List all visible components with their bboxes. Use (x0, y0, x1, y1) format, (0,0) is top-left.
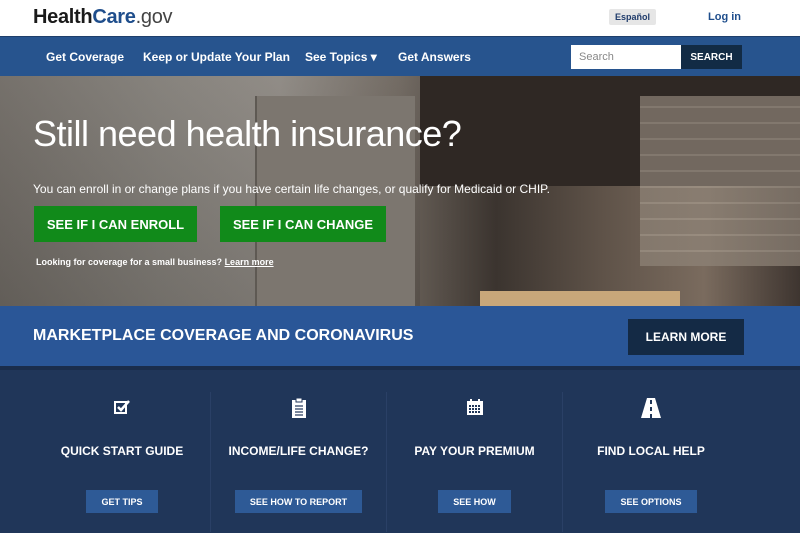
search-input[interactable] (571, 45, 681, 69)
card-title: FIND LOCAL HELP (597, 444, 705, 458)
card-income-life-change: INCOME/LIFE CHANGE? SEE HOW TO REPORT (211, 392, 386, 532)
search-button[interactable]: SEARCH (681, 45, 742, 69)
hero-background-tiles (640, 96, 800, 266)
login-link[interactable]: Log in (708, 11, 741, 23)
small-business-learn-more-link[interactable]: Learn more (225, 257, 274, 267)
card-title: PAY YOUR PREMIUM (414, 444, 535, 458)
card-title: INCOME/LIFE CHANGE? (228, 444, 369, 458)
get-tips-button[interactable]: GET TIPS (86, 490, 158, 513)
learn-more-button[interactable]: LEARN MORE (628, 319, 744, 355)
nav-see-topics-dropdown[interactable]: See Topics ▾ (305, 50, 377, 64)
hero-title: Still need health insurance? (33, 113, 462, 154)
nav-keep-or-update-plan[interactable]: Keep or Update Your Plan (143, 50, 290, 64)
nav-get-answers[interactable]: Get Answers (398, 50, 471, 64)
card-quick-start-guide: QUICK START GUIDE GET TIPS (34, 392, 210, 532)
main-navigation: Get Coverage Keep or Update Your Plan Se… (0, 37, 800, 76)
see-options-button[interactable]: SEE OPTIONS (605, 490, 697, 513)
espanol-language-button[interactable]: Español (609, 9, 657, 25)
card-find-local-help: FIND LOCAL HELP SEE OPTIONS (563, 392, 739, 532)
clipboard-icon (211, 398, 386, 420)
quick-links-section: QUICK START GUIDE GET TIPS INCOME/LIFE C… (0, 366, 800, 533)
healthcare-gov-logo[interactable]: HealthCare.gov (33, 6, 173, 29)
see-how-to-report-button[interactable]: SEE HOW TO REPORT (234, 490, 363, 513)
see-how-button[interactable]: SEE HOW (438, 490, 511, 513)
hero-section: Still need health insurance? You can enr… (0, 76, 800, 306)
see-if-i-can-change-button[interactable]: SEE IF I CAN CHANGE (220, 206, 386, 242)
coronavirus-banner: MARKETPLACE COVERAGE AND CORONAVIRUS LEA… (0, 306, 800, 366)
road-icon (563, 398, 739, 420)
small-business-text: Looking for coverage for a small busines… (36, 257, 274, 267)
hero-subtitle: You can enroll in or change plans if you… (33, 182, 550, 196)
calendar-icon (387, 398, 562, 420)
see-if-i-can-enroll-button[interactable]: SEE IF I CAN ENROLL (34, 206, 197, 242)
card-pay-your-premium: PAY YOUR PREMIUM SEE HOW (387, 392, 562, 532)
card-title: QUICK START GUIDE (60, 444, 184, 458)
checkbox-icon (34, 398, 210, 420)
banner-title: MARKETPLACE COVERAGE AND CORONAVIRUS (33, 327, 414, 344)
top-header: HealthCare.gov Español Log in (0, 0, 800, 37)
nav-get-coverage[interactable]: Get Coverage (46, 50, 124, 64)
hero-background-box (480, 291, 680, 306)
